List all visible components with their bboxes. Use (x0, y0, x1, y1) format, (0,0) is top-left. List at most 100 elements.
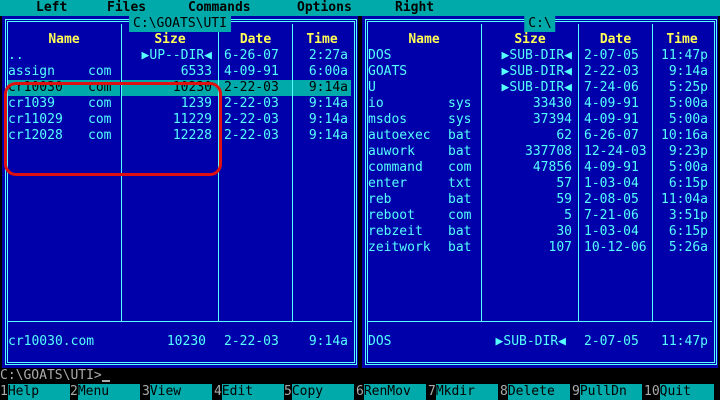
file-date: 7-24-06 (584, 80, 639, 95)
right-header-size[interactable]: Size (482, 32, 578, 48)
file-row[interactable]: reboot com 5 7-21-06 3:51p (362, 208, 718, 224)
file-name: enter (368, 176, 408, 191)
file-size: 30 (556, 224, 572, 239)
left-header-date[interactable]: Date (219, 32, 292, 48)
file-size: 337708 (525, 144, 572, 159)
file-row[interactable]: rebzeit bat 30 1-03-04 6:15p (362, 224, 718, 240)
fkey-number: 9 (572, 384, 580, 399)
file-size: 107 (548, 240, 572, 255)
left-header-time[interactable]: Time (293, 32, 351, 48)
fkey-pulldn[interactable]: 9PullDn (572, 384, 644, 400)
file-size: 33430 (532, 96, 572, 111)
file-row[interactable]: reb bat 59 2-08-05 11:04a (362, 192, 718, 208)
menu-left[interactable]: Left (36, 0, 67, 16)
file-date: 4-09-91 (584, 112, 639, 127)
fkey-number: 7 (428, 384, 436, 399)
file-date: 4-09-91 (224, 64, 279, 79)
menu-options[interactable]: Options (297, 0, 352, 16)
file-row[interactable]: io sys 33430 4-09-91 5:00a (362, 96, 718, 112)
fkey-number: 4 (214, 384, 222, 399)
left-header-size[interactable]: Size (122, 32, 218, 48)
file-date: 6-26-07 (584, 128, 639, 143)
file-row[interactable]: msdos sys 37394 4-09-91 5:00a (362, 112, 718, 128)
fkey-delete[interactable]: 8Delete (500, 384, 572, 400)
fkey-number: 2 (70, 384, 78, 399)
file-date: 2-22-03 (224, 96, 279, 111)
right-header-name[interactable]: Name (368, 32, 480, 48)
fkey-help[interactable]: 1Help (0, 384, 72, 400)
fkey-quit[interactable]: 10Quit (644, 384, 716, 400)
fkey-number: 10 (644, 384, 660, 399)
fkey-label: Menu (77, 384, 140, 400)
right-footer-divider (367, 321, 712, 322)
file-name: auwork (368, 144, 415, 159)
right-file-panel[interactable]: C:\ Name Size Date Time DOS ▶SUB-DIR◀ 2-07… (362, 16, 718, 368)
file-date: 1-03-04 (584, 224, 639, 239)
file-size: 37394 (532, 112, 572, 127)
fkey-label: Help (7, 384, 70, 400)
file-name: U (368, 80, 376, 95)
file-name: rebzeit (368, 224, 423, 239)
fkey-renmov[interactable]: 6RenMov (356, 384, 428, 400)
file-date: 2-22-03 (224, 128, 279, 143)
text-cursor (101, 380, 110, 382)
fkey-label: Delete (507, 384, 570, 400)
right-header-date[interactable]: Date (579, 32, 652, 48)
file-time: 5:00a (668, 112, 708, 127)
file-time: 6:00a (308, 64, 348, 79)
file-size: 6533 (180, 64, 212, 79)
file-ext: com (88, 64, 112, 79)
file-row[interactable]: zeitwork bat 107 10-12-06 5:26a (362, 240, 718, 256)
file-time: 9:23p (668, 144, 708, 159)
file-ext: bat (448, 240, 472, 255)
fkey-mkdir[interactable]: 7Mkdir (428, 384, 500, 400)
file-row[interactable]: enter txt 57 1-03-04 6:15p (362, 176, 718, 192)
file-row[interactable]: assign com 6533 4-09-91 6:00a (2, 64, 358, 80)
file-size: ▶SUB-DIR◀ (501, 48, 572, 63)
file-ext: txt (448, 176, 472, 191)
file-date: 12-24-03 (584, 144, 647, 159)
menu-right[interactable]: Right (395, 0, 434, 16)
fkey-label: Quit (659, 384, 714, 400)
fkey-edit[interactable]: 4Edit (214, 384, 286, 400)
file-date: 4-09-91 (584, 160, 639, 175)
file-name: .. (8, 48, 24, 63)
right-panel-path: C:\ (524, 16, 556, 32)
file-row[interactable]: GOATS ▶SUB-DIR◀ 2-22-03 9:14a (362, 64, 718, 80)
file-name: io (368, 96, 384, 111)
file-row[interactable]: .. ▶UP--DIR◀ 6-26-07 2:27a (2, 48, 358, 64)
file-date: 10-12-06 (584, 240, 647, 255)
command-line[interactable]: C:\GOATS\UTI> (0, 368, 720, 384)
fkey-number: 5 (284, 384, 292, 399)
file-row[interactable]: command com 47856 4-09-91 5:00a (362, 160, 718, 176)
file-size: 47856 (532, 160, 572, 175)
left-header-name[interactable]: Name (8, 32, 120, 48)
left-file-panel[interactable]: C:\GOATS\UTI Name Size Date Time .. ▶UP--… (2, 16, 358, 368)
menu-bar: Left Files Commands Options Right (0, 0, 720, 16)
file-size: ▶SUB-DIR◀ (501, 64, 572, 79)
file-time: 5:00a (668, 160, 708, 175)
file-time: 9:14a (308, 80, 348, 95)
file-row[interactable]: U ▶SUB-DIR◀ 7-24-06 5:25p (362, 80, 718, 96)
file-name: reboot (368, 208, 415, 223)
fkey-view[interactable]: 3View (142, 384, 214, 400)
file-row[interactable]: autoexec bat 62 6-26-07 10:16a (362, 128, 718, 144)
right-header-time[interactable]: Time (653, 32, 711, 48)
fkey-menu[interactable]: 2Menu (70, 384, 142, 400)
right-footer-time: 11:47p (661, 334, 708, 349)
file-date: 2-22-03 (224, 80, 279, 95)
left-footer-name: cr10030.com (8, 334, 95, 349)
fkey-label: Edit (221, 384, 284, 400)
file-date: 6-26-07 (224, 48, 279, 63)
file-date: 1-03-04 (584, 176, 639, 191)
file-row[interactable]: auwork bat 337708 12-24-03 9:23p (362, 144, 718, 160)
right-footer-date: 2-07-05 (584, 334, 639, 349)
file-time: 5:00a (668, 96, 708, 111)
menu-commands[interactable]: Commands (188, 0, 251, 16)
menu-files[interactable]: Files (107, 0, 146, 16)
fkey-copy[interactable]: 5Copy (284, 384, 356, 400)
file-time: 11:47p (661, 48, 708, 63)
file-time: 9:14a (308, 112, 348, 127)
file-row[interactable]: DOS ▶SUB-DIR◀ 2-07-05 11:47p (362, 48, 718, 64)
fkey-label: RenMov (363, 384, 426, 400)
